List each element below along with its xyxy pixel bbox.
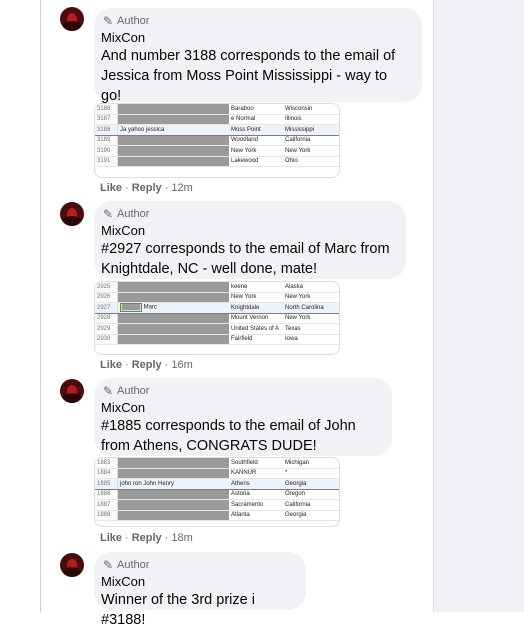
timestamp[interactable]: 12m — [171, 182, 192, 194]
author-badge: ✎ Author — [101, 14, 410, 28]
attached-screenshot[interactable]: 2925 keene Alaska 2926 New York New York 292… — [94, 281, 340, 355]
author-badge-label: Author — [117, 208, 150, 220]
avatar[interactable] — [60, 202, 84, 226]
comment-text: Winner of the 3rd prize i #3188! — [101, 592, 255, 628]
email-cell-highlight — [120, 303, 142, 313]
comment-text: #1885 corresponds to the email of John f… — [101, 418, 356, 454]
comment-actions: Like · Reply · 18m — [100, 532, 193, 544]
timestamp[interactable]: 18m — [171, 532, 192, 544]
attached-screenshot[interactable]: 1883 Southfield Michigan 1884 KANNUR * 1885 j… — [94, 457, 340, 527]
reply-button[interactable]: Reply — [132, 182, 162, 194]
commenter-name[interactable]: MixCon — [101, 574, 294, 590]
attached-screenshot[interactable]: 3186 Baraboo Wisconsin 3187 e Normal Illinoi… — [94, 103, 340, 178]
author-badge: ✎ Author — [101, 207, 394, 221]
commenter-name[interactable]: MixCon — [101, 30, 410, 46]
avatar[interactable] — [60, 7, 84, 31]
spreadsheet-image: 1883 Southfield Michigan 1884 KANNUR * 1885 j… — [95, 458, 339, 521]
timestamp[interactable]: 16m — [171, 359, 192, 371]
thread-line — [40, 0, 41, 612]
reply-button[interactable]: Reply — [132, 359, 162, 371]
comment-bubble: ✎ Author MixCon And number 3188 correspon… — [94, 8, 422, 104]
pen-icon: ✎ — [102, 14, 114, 28]
comment-text: #2927 corresponds to the email of Marc f… — [101, 241, 390, 277]
author-badge: ✎ Author — [101, 384, 380, 398]
spreadsheet-image: 2925 keene Alaska 2926 New York New York 292… — [95, 282, 339, 345]
comment-text: And number 3188 corresponds to the email… — [101, 48, 396, 104]
commenter-name[interactable]: MixCon — [101, 223, 394, 239]
comment-actions: Like · Reply · 12m — [100, 182, 193, 194]
reply-button[interactable]: Reply — [132, 532, 162, 544]
comment-bubble: ✎ Author MixCon #1885 corresponds to the … — [94, 378, 392, 456]
author-badge: ✎ Author — [101, 558, 294, 572]
author-badge-label: Author — [117, 559, 150, 571]
pen-icon: ✎ — [102, 558, 114, 572]
pen-icon: ✎ — [102, 207, 114, 221]
author-badge-label: Author — [117, 15, 150, 27]
pen-icon: ✎ — [102, 384, 114, 398]
author-badge-label: Author — [117, 385, 150, 397]
right-panel — [433, 0, 524, 612]
like-button[interactable]: Like — [100, 532, 122, 544]
like-button[interactable]: Like — [100, 359, 122, 371]
comment-actions: Like · Reply · 16m — [100, 359, 193, 371]
commenter-name[interactable]: MixCon — [101, 400, 380, 416]
spreadsheet-image: 3186 Baraboo Wisconsin 3187 e Normal Illinoi… — [95, 104, 339, 167]
avatar[interactable] — [60, 379, 84, 403]
comment-bubble: ✎ Author MixCon #2927 corresponds to the … — [94, 201, 406, 279]
avatar[interactable] — [60, 553, 84, 577]
like-button[interactable]: Like — [100, 182, 122, 194]
comment-bubble: ✎ Author MixCon Winner of the 3rd prize i… — [94, 552, 306, 628]
